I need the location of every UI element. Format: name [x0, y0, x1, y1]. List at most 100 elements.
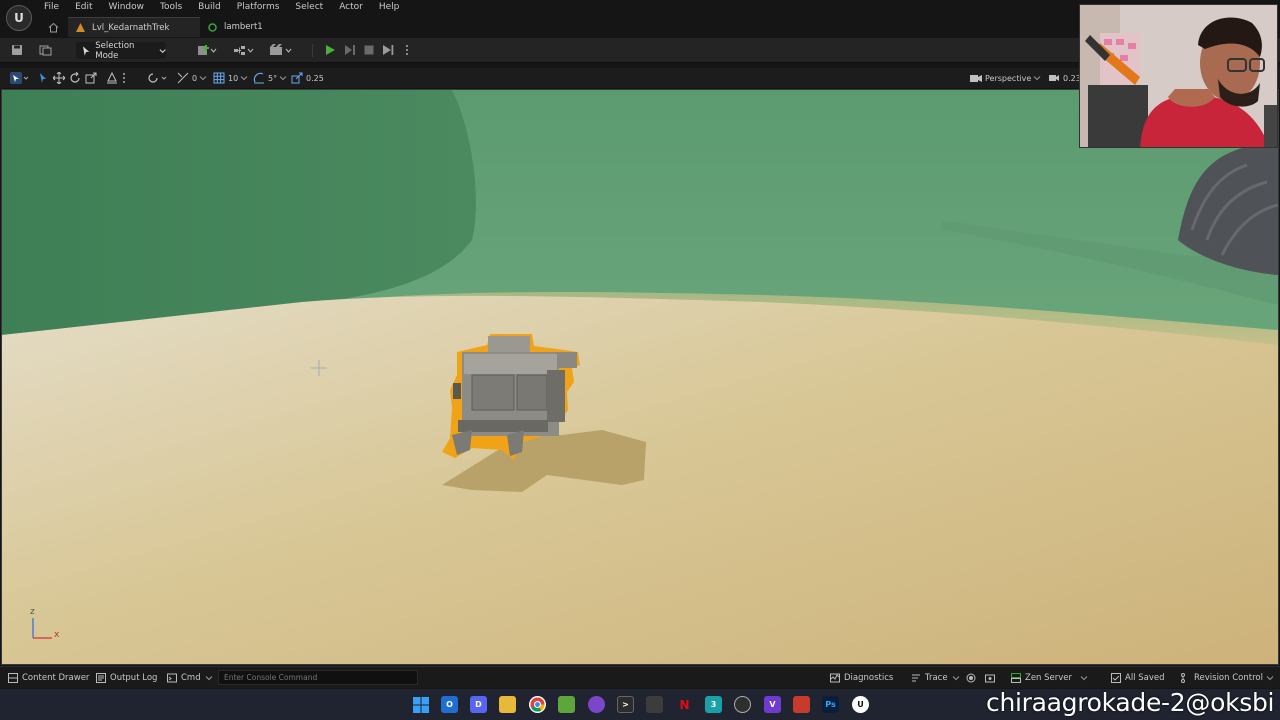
stop-icon[interactable]	[362, 43, 376, 57]
camera-speed-icon	[1049, 75, 1059, 81]
slides-icon[interactable]	[793, 696, 810, 713]
revision-control-dropdown[interactable]: Revision Control	[1180, 671, 1278, 685]
home-icon[interactable]	[44, 18, 62, 36]
chrome-icon[interactable]	[529, 696, 546, 713]
axis-z-label: z	[30, 607, 35, 617]
all-saved-button[interactable]: All Saved	[1111, 671, 1165, 685]
scale-snap-toggle[interactable]: 0.25	[291, 71, 324, 85]
grid-snap-icon	[177, 72, 189, 84]
console-command-input[interactable]	[218, 670, 418, 685]
surface-snapping-icon[interactable]	[106, 71, 121, 85]
save-status-icon	[1111, 673, 1121, 683]
unreal-engine-icon[interactable]: U	[852, 696, 869, 713]
tab-level[interactable]: Lvl_KedarnathTrek	[68, 17, 200, 37]
selection-mode-label: Selection Mode	[95, 40, 135, 61]
discord-icon[interactable]: D	[470, 696, 487, 713]
diagnostics-button[interactable]: Diagnostics	[830, 671, 893, 685]
all-saved-label: All Saved	[1125, 673, 1165, 683]
rotate-tool-icon[interactable]	[69, 71, 84, 85]
outlook-icon[interactable]: O	[441, 696, 458, 713]
view-mode-dropdown[interactable]: Perspective	[970, 71, 1044, 85]
diagnostics-icon	[830, 673, 840, 683]
trace-icon	[912, 674, 920, 682]
camera-speed-control[interactable]: 0.23	[1048, 71, 1081, 85]
chevron-down-icon	[205, 676, 212, 681]
unreal-logo-icon[interactable]: U	[6, 5, 32, 31]
angle-snap-value: 5°	[268, 73, 278, 83]
selection-mode-dropdown[interactable]: Selection Mode	[76, 40, 166, 61]
rotation-snap-toggle[interactable]: 0	[177, 71, 210, 85]
chevron-down-icon	[159, 48, 166, 53]
zen-server-icon	[1011, 673, 1021, 683]
skip-forward-icon[interactable]	[343, 43, 357, 57]
play-button[interactable]	[323, 43, 337, 57]
watermark-text: chiraagrokade-2@oksbi	[986, 688, 1275, 717]
notepad-icon[interactable]	[558, 696, 575, 713]
scene-render: z x	[2, 90, 1278, 664]
menu-tools[interactable]: Tools	[152, 0, 190, 16]
trace-dropdown[interactable]: Trace	[911, 671, 964, 685]
netflix-icon[interactable]: N	[676, 696, 693, 713]
revision-control-label: Revision Control	[1194, 673, 1263, 683]
diagnostics-label: Diagnostics	[844, 673, 894, 683]
cmd-dropdown[interactable]: Cmd	[167, 671, 217, 685]
webcam-overlay	[1079, 4, 1278, 148]
grid-icon	[213, 72, 225, 84]
scale-tool-icon[interactable]	[85, 71, 100, 85]
blueprint-icon[interactable]	[232, 43, 256, 57]
menu-file[interactable]: File	[36, 0, 67, 16]
chevron-down-icon	[199, 76, 207, 81]
calculator-icon[interactable]	[646, 696, 663, 713]
menu-actor[interactable]: Actor	[331, 0, 371, 16]
visual-studio-icon[interactable]: V	[764, 696, 781, 713]
photoshop-icon[interactable]: Ps	[822, 696, 839, 713]
zen-server-dropdown[interactable]: Zen Server	[1011, 671, 1092, 685]
content-browser-icon[interactable]	[38, 43, 52, 57]
cmd-label: Cmd	[181, 673, 201, 683]
scale-snap-value: 0.25	[306, 73, 324, 83]
chevron-down-icon	[1033, 76, 1041, 81]
level-icon	[76, 23, 85, 32]
terminal-icon[interactable]: >	[617, 696, 634, 713]
coordinate-system-icon[interactable]	[148, 71, 171, 85]
translate-tool-icon[interactable]	[53, 71, 68, 85]
save-icon[interactable]	[10, 43, 24, 57]
snapshot-icon[interactable]	[985, 671, 999, 685]
document-tabs: Lvl_KedarnathTrek lambert1	[44, 17, 273, 37]
windows-start-icon[interactable]	[412, 696, 429, 713]
menu-platforms[interactable]: Platforms	[229, 0, 288, 16]
grid-snap-value: 10	[228, 73, 239, 83]
hamburger-menu-icon[interactable]	[10, 71, 33, 85]
github-icon[interactable]	[588, 696, 605, 713]
content-drawer-label: Content Drawer	[22, 673, 90, 683]
menu-edit[interactable]: Edit	[67, 0, 100, 16]
file-explorer-icon[interactable]	[499, 696, 516, 713]
view-mode-label: Perspective	[985, 73, 1032, 83]
trace-label: Trace	[925, 673, 948, 683]
level-viewport[interactable]: z x	[2, 90, 1278, 664]
menu-help[interactable]: Help	[371, 0, 408, 16]
eject-icon[interactable]	[381, 43, 395, 57]
grid-snap-toggle[interactable]: 10	[213, 71, 251, 85]
more-options-icon[interactable]	[400, 43, 414, 57]
menu-build[interactable]: Build	[190, 0, 229, 16]
tab-material[interactable]: lambert1	[200, 17, 273, 37]
chevron-down-icon	[279, 76, 287, 81]
add-actor-icon[interactable]	[196, 43, 218, 57]
output-log-button[interactable]: Output Log	[96, 671, 157, 685]
chevron-down-icon	[240, 76, 248, 81]
menu-select[interactable]: Select	[287, 0, 331, 16]
viewport-options-icon[interactable]	[122, 71, 129, 85]
record-icon[interactable]	[966, 671, 980, 685]
cinematics-icon[interactable]	[268, 43, 294, 57]
content-drawer-button[interactable]: Content Drawer	[8, 671, 89, 685]
terminal-icon	[167, 673, 177, 683]
menu-window[interactable]: Window	[101, 0, 153, 16]
unreal-editor-window: U File Edit Window Tools Build Platforms…	[0, 0, 1280, 720]
content-drawer-icon	[8, 673, 18, 683]
obs-icon[interactable]	[734, 696, 751, 713]
output-log-label: Output Log	[110, 673, 158, 683]
3d-app-icon[interactable]: 3	[705, 696, 722, 713]
select-tool-icon[interactable]	[38, 71, 51, 85]
angle-snap-toggle[interactable]: 5°	[253, 71, 290, 85]
